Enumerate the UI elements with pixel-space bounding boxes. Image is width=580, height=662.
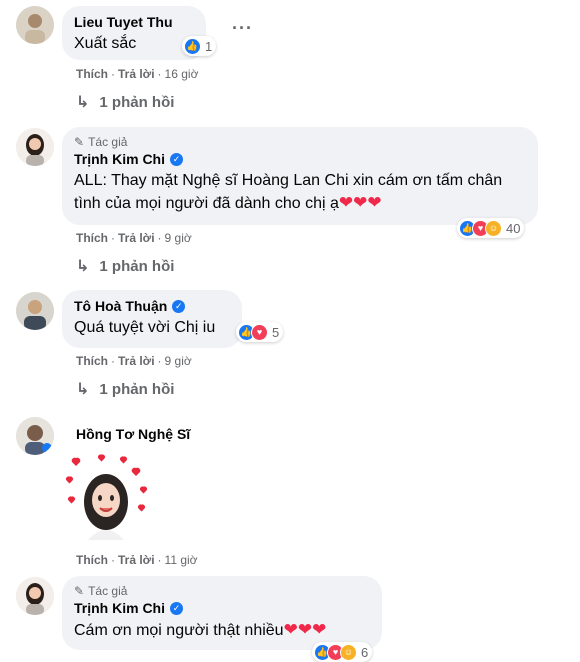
view-replies-link[interactable]: ↳ 1 phản hồi xyxy=(76,379,174,399)
reaction-summary[interactable]: 👍 ♥ ☺ 40 xyxy=(457,218,525,238)
author-tag: ✎ Tác giả xyxy=(74,135,128,149)
reaction-summary[interactable]: 👍 ♥ ☺ 6 xyxy=(312,642,373,662)
heart-emoji-icon: ❤❤❤ xyxy=(338,193,382,212)
reaction-count: 40 xyxy=(506,220,521,236)
comment-text: Cám ơn mọi người thật nhiều❤❤❤ xyxy=(74,620,327,639)
reply-arrow-icon: ↳ xyxy=(76,258,90,275)
love-reaction-icon: ♥ xyxy=(251,323,268,341)
reaction-summary[interactable]: 👍 1 xyxy=(182,36,217,56)
view-replies-link[interactable]: ↳ 1 phản hồi xyxy=(76,92,174,112)
author-name[interactable]: Trịnh Kim Chi ✓ xyxy=(74,151,526,167)
avatar[interactable] xyxy=(16,6,54,44)
comment-text: Xuất sắc xyxy=(74,35,137,52)
care-reaction-icon: ☺ xyxy=(340,643,357,661)
timestamp[interactable]: 16 giờ xyxy=(165,67,199,81)
comment-actions: Thích · Trả lời · 16 giờ xyxy=(76,67,199,81)
replies-count: 1 phản hồi xyxy=(99,93,175,111)
reply-button[interactable]: Trả lời xyxy=(118,553,155,567)
avatar[interactable] xyxy=(16,577,54,615)
like-reaction-icon: 👍 xyxy=(184,37,201,55)
reaction-summary[interactable]: 👍 ♥ 5 xyxy=(236,322,284,342)
heart-emoji-icon: ❤❤❤ xyxy=(283,620,327,639)
author-name[interactable]: Tô Hoà Thuận ✓ xyxy=(74,298,230,314)
reply-button[interactable]: Trả lời xyxy=(118,231,155,245)
comment-actions: Thích · Trả lời · 9 giờ xyxy=(76,354,192,368)
replies-count: 1 phản hồi xyxy=(99,257,175,275)
verified-badge-icon: ✓ xyxy=(170,601,183,615)
sticker-image[interactable] xyxy=(62,450,154,542)
like-button[interactable]: Thích xyxy=(76,67,108,81)
author-name[interactable]: Hồng Tơ Nghệ Sĩ xyxy=(76,426,190,442)
comment-bubble: Tô Hoà Thuận ✓ Quá tuyệt vời Chị iu xyxy=(62,290,242,348)
like-button[interactable]: Thích xyxy=(76,354,108,368)
care-reaction-icon: ☺ xyxy=(485,219,502,237)
comment-actions: Thích · Trả lời · 11 giờ xyxy=(76,553,198,567)
reply-arrow-icon: ↳ xyxy=(76,381,90,398)
avatar[interactable] xyxy=(16,292,54,330)
timestamp[interactable]: 9 giờ xyxy=(165,354,192,368)
more-options-icon[interactable]: ··· xyxy=(232,18,253,39)
reaction-count: 6 xyxy=(361,644,369,660)
reply-arrow-icon: ↳ xyxy=(76,94,90,111)
reply-button[interactable]: Trả lời xyxy=(118,67,155,81)
comment-actions: Thích · Trả lời · 9 giờ xyxy=(76,231,192,245)
like-button[interactable]: Thích xyxy=(76,553,108,567)
comment-text: Quá tuyệt vời Chị iu xyxy=(74,319,216,336)
verified-badge-icon: ✓ xyxy=(172,299,186,313)
verified-badge-icon: ✓ xyxy=(170,152,183,166)
author-name[interactable]: Trịnh Kim Chi ✓ xyxy=(74,600,370,616)
comment-text: ALL: Thay mặt Nghệ sĩ Hoàng Lan Chi xin … xyxy=(74,172,503,212)
timestamp[interactable]: 11 giờ xyxy=(165,553,198,567)
reply-button[interactable]: Trả lời xyxy=(118,354,155,368)
pencil-icon: ✎ xyxy=(74,135,85,149)
timestamp[interactable]: 9 giờ xyxy=(165,231,192,245)
avatar[interactable] xyxy=(16,128,54,166)
reaction-count: 1 xyxy=(205,38,213,54)
author-tag: ✎ Tác giả xyxy=(74,584,128,598)
pencil-icon: ✎ xyxy=(74,584,85,598)
view-replies-link[interactable]: ↳ 1 phản hồi xyxy=(76,256,174,276)
like-button[interactable]: Thích xyxy=(76,231,108,245)
reaction-count: 5 xyxy=(272,324,280,340)
comment-bubble: ✎ Tác giả Trịnh Kim Chi ✓ Cám ơn mọi ngư… xyxy=(62,576,382,650)
comment-bubble: ✎ Tác giả Trịnh Kim Chi ✓ ALL: Thay mặt … xyxy=(62,127,538,225)
replies-count: 1 phản hồi xyxy=(99,380,175,398)
avatar[interactable] xyxy=(16,417,54,455)
author-name[interactable]: Lieu Tuyet Thu xyxy=(74,14,194,30)
